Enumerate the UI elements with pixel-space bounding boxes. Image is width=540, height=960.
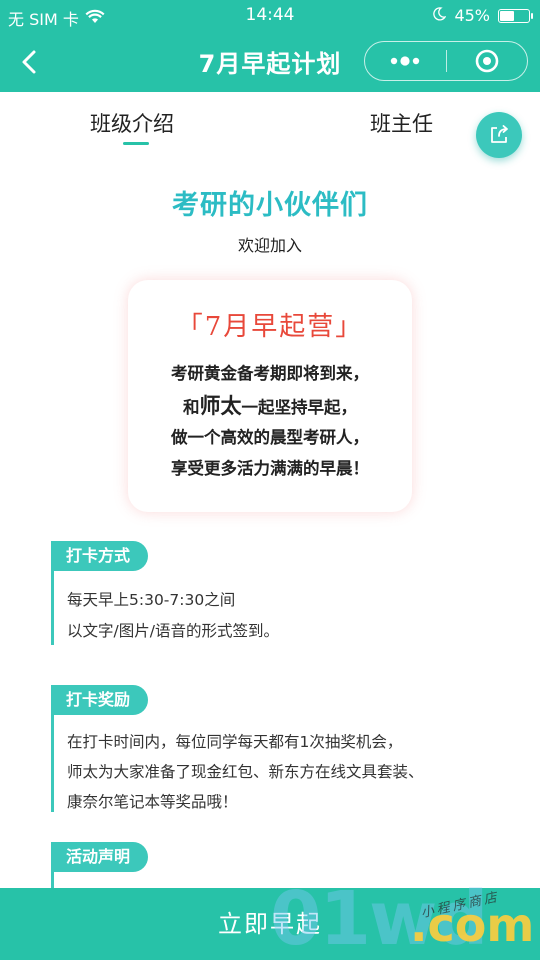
moon-icon [432, 6, 447, 25]
wake-up-now-button[interactable]: 立即早起 [0, 888, 540, 960]
more-dots-icon [391, 56, 420, 66]
battery-icon [498, 8, 533, 23]
tab-head-teacher[interactable]: 班主任 [370, 108, 433, 138]
section-tag: 活动声明 [51, 842, 149, 872]
share-icon [491, 125, 508, 143]
section-text: 康奈尔笔记本等奖品哦！ [67, 793, 238, 811]
section-checkin-rewards: 打卡奖励 在打卡时间内，每位同学每天都有1次抽奖机会， 师太为大家准备了现金红包… [51, 685, 521, 812]
active-tab-indicator [123, 142, 149, 145]
card-line-1: 考研黄金备考期即将到来， [171, 364, 369, 383]
section-text: 每天早上5:30-7:30之间 [67, 591, 236, 609]
card-line-3: 做一个高效的晨型考研人， [171, 428, 369, 447]
card-line-2: 和师太一起坚持早起， [183, 394, 357, 418]
share-button[interactable] [476, 112, 522, 158]
section-checkin-method: 打卡方式 每天早上5:30-7:30之间 以文字/图片/语音的形式签到。 [51, 541, 521, 645]
section-text: 以文字/图片/语音的形式签到。 [67, 622, 279, 640]
nav-bar: 7月早起计划 [0, 32, 540, 92]
section-text: 师太为大家准备了现金红包、新东方在线文具套装、 [67, 763, 424, 781]
status-bar: 无 SIM 卡 14:44 45% [0, 0, 540, 32]
more-button[interactable] [365, 42, 446, 80]
target-circle-icon [475, 49, 499, 73]
section-tag: 打卡奖励 [51, 685, 149, 715]
section-disclaimer: 活动声明 [51, 842, 521, 892]
intro-headline: 考研的小伙伴们 [172, 190, 368, 221]
intro-subline: 欢迎加入 [237, 236, 302, 255]
card-line-4: 享受更多活力满满的早晨！ [171, 459, 369, 478]
section-text: 在打卡时间内，每位同学每天都有1次抽奖机会， [67, 733, 403, 751]
card-line-2-highlight: 师太 [199, 394, 242, 418]
tab-bar: 班级介绍 班主任 [0, 92, 540, 152]
miniprogram-capsule [364, 41, 528, 81]
battery-percent: 45% [454, 6, 490, 25]
tab-class-intro[interactable]: 班级介绍 [90, 108, 174, 138]
battery-fill [500, 10, 514, 21]
close-miniprogram-button[interactable] [447, 42, 528, 80]
card-title: 「7月早起营」 [176, 312, 364, 342]
section-tag: 打卡方式 [51, 541, 149, 571]
